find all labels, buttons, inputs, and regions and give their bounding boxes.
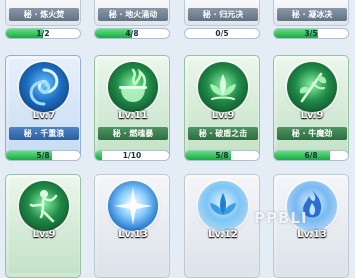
skill-level: Lv.9: [300, 110, 324, 121]
water-swirl-icon: [19, 62, 69, 112]
skill-card-guiyuanjue[interactable]: 秘 · 归元决: [184, 0, 260, 26]
skill-level: Lv.7: [32, 110, 56, 121]
skill-level: Lv.13: [118, 229, 148, 240]
progress-bar: 1/10: [94, 150, 170, 161]
lotus-icon: [198, 62, 248, 112]
skill-level: Lv.12: [208, 229, 238, 240]
progress-bar: 6/8: [273, 150, 349, 161]
progress-text: 6/8: [304, 151, 318, 160]
skill-card-row3-1[interactable]: Lv.9: [5, 174, 81, 278]
progress-bar: 1/2: [5, 28, 81, 39]
progress-bar: 3/5: [273, 28, 349, 39]
skill-card-lianhuofen[interactable]: 秘 · 炼火焚: [5, 0, 81, 26]
skill-name: 秘 · 破盾之击: [188, 127, 258, 140]
skill-name: 秘 · 炼火焚: [9, 8, 79, 21]
skill-name: 秘 · 凝冰决: [277, 8, 347, 21]
skill-card-qianchonglang[interactable]: Lv.7 秘 · 千重浪: [5, 55, 81, 159]
progress-text: 1/10: [122, 151, 142, 160]
skill-name: 秘 · 牛魔劲: [277, 127, 347, 140]
skill-card-ningbingjue[interactable]: 秘 · 凝冰决: [273, 0, 349, 26]
skill-level: Lv.11: [118, 110, 148, 121]
skill-name: 秘 · 归元决: [188, 8, 258, 21]
watermark: PPBLI: [254, 209, 308, 227]
progress-text: 0/5: [215, 29, 229, 38]
skill-level: Lv.13: [297, 229, 327, 240]
skill-grid: 秘 · 炼火焚 秘 · 地火涌动 秘 · 归元决 秘 · 凝冰决 1/2 4/8…: [0, 0, 355, 278]
skill-card-row3-2[interactable]: Lv.13: [94, 174, 170, 278]
lotus-blue-icon: [198, 181, 248, 231]
skill-level: Lv.9: [211, 110, 235, 121]
progress-text: 3/5: [304, 29, 318, 38]
skill-card-dihuoyongdong[interactable]: 秘 · 地火涌动: [94, 0, 170, 26]
skill-name: 秘 · 千重浪: [9, 127, 79, 140]
skill-level: Lv.9: [32, 229, 56, 240]
progress-bar: 4/8: [94, 28, 170, 39]
ice-burst-icon: [108, 181, 158, 231]
progress-bar: 0/5: [184, 28, 260, 39]
leaf-staff-icon: [287, 62, 337, 112]
progress-text: 1/2: [36, 29, 50, 38]
progress-bar: 5/8: [5, 150, 81, 161]
progress-text: 5/8: [215, 151, 229, 160]
skill-card-podunzhiji[interactable]: Lv.9 秘 · 破盾之击: [184, 55, 260, 159]
progress-text: 4/8: [125, 29, 139, 38]
progress-text: 5/8: [36, 151, 50, 160]
skill-name: 秘 · 地火涌动: [98, 8, 168, 21]
skill-card-niumojin[interactable]: Lv.9 秘 · 牛魔劲: [273, 55, 349, 159]
skill-name: 秘 · 燃魂暴: [98, 127, 168, 140]
dancer-icon: [19, 181, 69, 231]
cauldron-flame-icon: [108, 62, 158, 112]
progress-bar: 5/8: [184, 150, 260, 161]
skill-card-ranhunbao[interactable]: Lv.11 秘 · 燃魂暴: [94, 55, 170, 159]
skill-card-row3-3[interactable]: Lv.12: [184, 174, 260, 278]
